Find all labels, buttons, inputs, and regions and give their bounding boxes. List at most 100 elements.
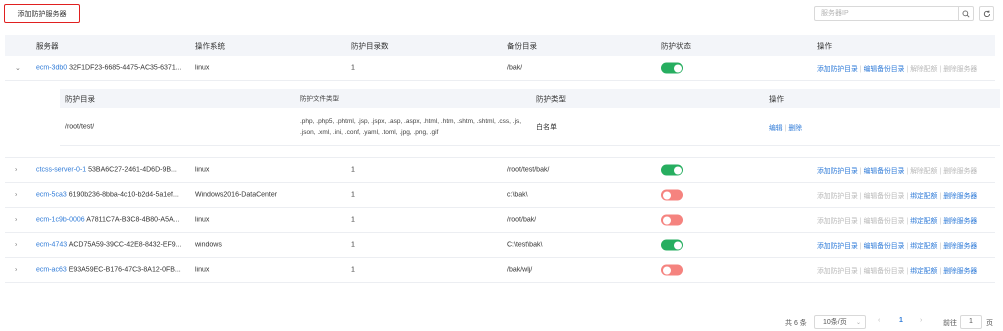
delete-dir-link[interactable]: 删除: [788, 125, 802, 132]
server-name-link[interactable]: ecm-ac63: [36, 267, 67, 274]
quota-link[interactable]: 绑定配额: [910, 243, 937, 250]
next-page-icon[interactable]: ›: [920, 317, 922, 324]
quota-link[interactable]: 绑定配额: [910, 268, 937, 275]
server-name-link[interactable]: ecm-4743: [36, 242, 67, 249]
edit-backup-dir-link[interactable]: 编辑备份目录: [864, 66, 905, 73]
separator: |: [939, 66, 942, 73]
add-protected-server-button[interactable]: 添加防护服务器: [4, 4, 80, 23]
quota-link: 解除配额: [910, 66, 938, 73]
server-uuid: 6190b236-8bba-4c10-b2d4-5a1ef...: [68, 191, 179, 199]
ops-cell: 添加防护目录 | 编辑备份目录 | 绑定配额 | 删除服务器: [817, 190, 995, 200]
server-name-link[interactable]: ecm-3db0: [36, 65, 67, 72]
quota-link: 解除配额: [910, 168, 938, 175]
header-file-types: 防护文件类型: [300, 95, 339, 102]
separator: |: [906, 243, 909, 250]
add-protect-dir-link: 添加防护目录: [817, 268, 858, 275]
status-cell: [661, 239, 811, 251]
server-table: 服务器 操作系统 防护目录数 备份目录 防护状态 操作 ⌄ ecm-3db0 32…: [5, 35, 1000, 283]
separator: |: [906, 66, 909, 73]
page-size-select[interactable]: 10条/页 ⌄: [814, 315, 866, 329]
header-os: 操作系统: [195, 41, 225, 50]
quota-link[interactable]: 绑定配额: [910, 218, 937, 225]
server-cell: ctcss-server-0-1 53BA6C27-2461-4D6D-9B..…: [36, 167, 194, 174]
ops-cell: 添加防护目录 | 编辑备份目录 | 绑定配额 | 删除服务器: [817, 215, 995, 225]
search-input[interactable]: [815, 7, 958, 20]
protect-dir-table: 防护目录 防护文件类型 防护类型 操作/root/test/ .php, .php5, …: [60, 89, 1000, 146]
search-icon: [962, 10, 970, 18]
table-row: › ecm-ac63 E93A59EC-B176-47C3-8A12-0FB...…: [5, 258, 995, 283]
add-protect-dir-link[interactable]: 添加防护目录: [817, 243, 858, 250]
protection-status-toggle[interactable]: [661, 239, 683, 251]
os-cell: windows: [195, 241, 222, 249]
backup-dir-cell: /root/test/bak/: [507, 166, 550, 174]
chevron-right-icon[interactable]: ›: [15, 167, 25, 174]
backup-dir-cell: /root/bak/: [507, 216, 537, 224]
protection-status-toggle[interactable]: [661, 214, 683, 226]
separator: |: [939, 193, 942, 200]
protection-status-toggle[interactable]: [661, 62, 683, 74]
header-sub-ops: 操作: [769, 94, 784, 103]
delete-server-link[interactable]: 删除服务器: [943, 268, 977, 275]
header-server: 服务器: [36, 41, 59, 50]
separator: |: [939, 268, 942, 275]
edit-backup-dir-link: 编辑备份目录: [863, 268, 905, 275]
goto-label: 前往: [943, 320, 957, 327]
chevron-right-icon[interactable]: ›: [15, 217, 25, 224]
prev-page-icon[interactable]: ‹: [878, 317, 880, 324]
page-number-current[interactable]: 1: [899, 317, 903, 324]
toggle-knob: [662, 216, 671, 224]
separator: |: [859, 168, 862, 175]
separator: |: [859, 268, 862, 275]
ops-cell: 添加防护目录 | 编辑备份目录 | 绑定配额 | 删除服务器: [817, 265, 995, 275]
separator: |: [784, 124, 787, 132]
goto-page-input[interactable]: 1: [960, 315, 982, 329]
separator: |: [906, 218, 909, 225]
delete-server-link[interactable]: 删除服务器: [943, 243, 977, 250]
edit-backup-dir-link[interactable]: 编辑备份目录: [864, 243, 905, 250]
protection-status-toggle[interactable]: [661, 189, 683, 201]
add-protect-dir-link[interactable]: 添加防护目录: [817, 168, 858, 175]
separator: |: [906, 168, 909, 175]
status-cell: [661, 264, 811, 276]
toggle-knob: [673, 64, 682, 72]
server-cell: ecm-3db0 32F1DF23-6685-4475-AC35-6371...: [36, 65, 194, 72]
server-name-link[interactable]: ecm-1c9b-0006: [36, 217, 85, 224]
toggle-knob: [662, 266, 671, 274]
server-cell: ecm-5ca3 6190b236-8bba-4c10-b2d4-5a1ef..…: [36, 192, 194, 199]
protect-dir-cell: /root/test/: [65, 123, 95, 130]
separator: |: [859, 193, 862, 200]
os-cell: linux: [195, 266, 210, 274]
server-cell: ecm-4743 ACD75A59-39CC-42E8-8432-EF9...: [36, 242, 194, 249]
protection-status-toggle[interactable]: [661, 164, 683, 176]
server-cell: ecm-1c9b-0006 A7811C7A-B3C8-4B80-A5A...: [36, 217, 194, 224]
chevron-down-icon[interactable]: ⌄: [15, 64, 25, 72]
quota-link[interactable]: 绑定配额: [910, 193, 937, 200]
protection-status-toggle[interactable]: [661, 264, 683, 276]
separator: |: [939, 168, 942, 175]
server-name-link[interactable]: ecm-5ca3: [36, 192, 67, 199]
delete-server-link[interactable]: 删除服务器: [943, 218, 977, 225]
refresh-button[interactable]: [979, 6, 994, 21]
edit-backup-dir-link[interactable]: 编辑备份目录: [864, 168, 905, 175]
delete-server-link: 删除服务器: [943, 168, 978, 175]
separator: |: [906, 193, 909, 200]
search-button[interactable]: [958, 7, 973, 20]
sub-ops-cell: 编辑 | 删除: [769, 122, 989, 132]
dir-count-cell: 1: [351, 241, 355, 249]
server-uuid: A7811C7A-B3C8-4B80-A5A...: [86, 216, 180, 224]
ops-cell: 添加防护目录 | 编辑备份目录 | 解除配额 | 删除服务器: [817, 63, 995, 73]
toggle-knob: [662, 191, 671, 199]
chevron-right-icon[interactable]: ›: [15, 192, 25, 199]
chevron-right-icon[interactable]: ›: [15, 267, 25, 274]
status-cell: [661, 214, 811, 226]
ops-cell: 添加防护目录 | 编辑备份目录 | 绑定配额 | 删除服务器: [817, 240, 995, 250]
edit-dir-link[interactable]: 编辑: [769, 125, 783, 132]
delete-server-link[interactable]: 删除服务器: [943, 193, 977, 200]
add-protect-dir-link[interactable]: 添加防护目录: [817, 66, 858, 73]
chevron-right-icon[interactable]: ›: [15, 242, 25, 249]
protect-kind-cell: 白名单: [536, 123, 557, 131]
add-protect-dir-link: 添加防护目录: [817, 218, 858, 225]
server-name-link[interactable]: ctcss-server-0-1: [36, 167, 86, 174]
separator: |: [939, 243, 942, 250]
header-status: 防护状态: [661, 41, 691, 50]
